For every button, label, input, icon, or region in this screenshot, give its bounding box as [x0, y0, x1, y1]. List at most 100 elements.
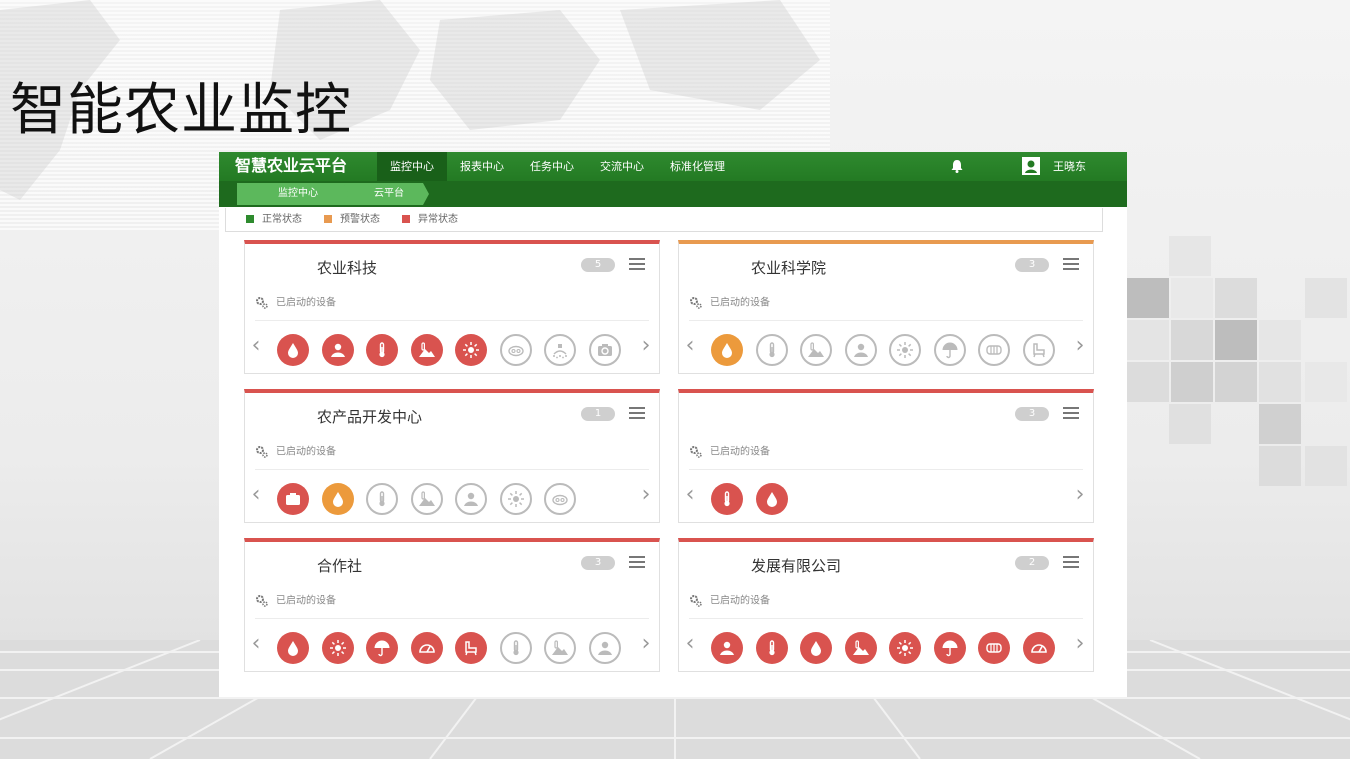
device-count-badge: 3: [1015, 258, 1049, 272]
device-sun-icon[interactable]: [321, 632, 354, 664]
device-drop-icon[interactable]: [277, 334, 309, 366]
device-chair-icon[interactable]: [455, 632, 487, 664]
gear-icon: [256, 595, 268, 607]
device-thermometer-icon[interactable]: [755, 632, 788, 664]
site-card[interactable]: 农产品开发中心 1 已启动的设备 ‹ ›: [244, 389, 660, 523]
device-count-badge: 5: [581, 258, 615, 272]
app-window: 智慧农业云平台 监控中心 报表中心 任务中心 交流中心 标准化管理 王晓东 监控…: [219, 152, 1127, 697]
legend-warning: 预警状态: [324, 214, 380, 226]
device-soil-icon[interactable]: [844, 334, 877, 366]
prev-arrow-icon[interactable]: ‹: [249, 633, 263, 658]
device-drop-icon[interactable]: [711, 334, 743, 366]
site-card[interactable]: 3 已启动的设备 ‹ ›: [678, 389, 1094, 523]
device-icon-row: [277, 483, 589, 515]
device-sun-icon[interactable]: [499, 483, 532, 515]
nav-report-center[interactable]: 报表中心: [447, 152, 517, 181]
site-card[interactable]: 合作社 3 已启动的设备 ‹ ›: [244, 538, 660, 672]
next-arrow-icon[interactable]: ›: [1073, 484, 1087, 509]
gear-icon: [690, 297, 702, 309]
menu-icon[interactable]: [1063, 257, 1079, 271]
next-arrow-icon[interactable]: ›: [639, 335, 653, 360]
device-drop-icon[interactable]: [277, 632, 309, 664]
device-drop-icon[interactable]: [755, 483, 788, 515]
nav-standard-management[interactable]: 标准化管理: [657, 152, 738, 181]
device-sun-icon[interactable]: [889, 334, 921, 366]
menu-icon[interactable]: [1063, 555, 1079, 569]
breadcrumb-monitor-center[interactable]: 监控中心: [237, 183, 359, 205]
site-card[interactable]: 农业科技 5 已启动的设备 ‹ ›: [244, 240, 660, 374]
menu-icon[interactable]: [629, 406, 645, 420]
devices-label: 已启动的设备: [255, 296, 336, 311]
device-camera-icon[interactable]: [277, 483, 309, 515]
card-title[interactable]: 农产品开发中心: [317, 407, 422, 427]
card-title[interactable]: 农业科学院: [751, 258, 826, 278]
device-hill-temp-icon[interactable]: [800, 334, 832, 366]
site-card[interactable]: 发展有限公司 2 已启动的设备 ‹ ›: [678, 538, 1094, 672]
device-soil-icon[interactable]: [588, 632, 621, 664]
nav-monitor-center[interactable]: 监控中心: [377, 152, 447, 181]
menu-icon[interactable]: [1063, 406, 1079, 420]
legend-alarm: 异常状态: [402, 214, 458, 226]
menu-icon[interactable]: [629, 555, 645, 569]
device-soil-icon[interactable]: [455, 483, 487, 515]
user-name[interactable]: 王晓东: [1053, 152, 1086, 181]
devices-label: 已启动的设备: [689, 594, 770, 609]
prev-arrow-icon[interactable]: ‹: [683, 335, 697, 360]
device-wind-icon[interactable]: [978, 632, 1010, 664]
device-gauge-icon[interactable]: [1022, 632, 1055, 664]
device-icon-row: [711, 483, 800, 515]
devices-label: 已启动的设备: [689, 445, 770, 460]
prev-arrow-icon[interactable]: ‹: [249, 484, 263, 509]
card-divider: [255, 469, 649, 470]
nav-task-center[interactable]: 任务中心: [517, 152, 587, 181]
device-thermometer-icon[interactable]: [499, 632, 532, 664]
legend-swatch-alarm: [402, 215, 410, 223]
device-soil-icon[interactable]: [711, 632, 743, 664]
device-thermometer-icon[interactable]: [366, 483, 398, 515]
device-hill-temp-icon[interactable]: [410, 334, 443, 366]
next-arrow-icon[interactable]: ›: [1073, 633, 1087, 658]
device-gauge-icon[interactable]: [410, 632, 443, 664]
device-drop-icon[interactable]: [800, 632, 832, 664]
legend-swatch-warning: [324, 215, 332, 223]
device-co2-icon[interactable]: [544, 483, 576, 515]
prev-arrow-icon[interactable]: ‹: [249, 335, 263, 360]
devices-label: 已启动的设备: [689, 296, 770, 311]
breadcrumb-cloud-platform[interactable]: 云平台: [343, 183, 429, 205]
next-arrow-icon[interactable]: ›: [639, 484, 653, 509]
device-chair-icon[interactable]: [1022, 334, 1055, 366]
card-title[interactable]: 合作社: [317, 556, 362, 576]
card-title[interactable]: 农业科技: [317, 258, 377, 278]
device-hill-temp-icon[interactable]: [544, 632, 576, 664]
device-umbrella-icon[interactable]: [933, 334, 966, 366]
device-umbrella-icon[interactable]: [366, 632, 398, 664]
prev-arrow-icon[interactable]: ‹: [683, 633, 697, 658]
device-thermometer-icon[interactable]: [755, 334, 788, 366]
device-thermometer-icon[interactable]: [366, 334, 398, 366]
bell-icon[interactable]: [949, 158, 965, 174]
device-umbrella-icon[interactable]: [933, 632, 966, 664]
gear-icon: [690, 446, 702, 458]
device-soil-icon[interactable]: [321, 334, 354, 366]
top-navbar: 智慧农业云平台 监控中心 报表中心 任务中心 交流中心 标准化管理 王晓东: [219, 152, 1127, 181]
device-hill-temp-icon[interactable]: [844, 632, 877, 664]
prev-arrow-icon[interactable]: ‹: [683, 484, 697, 509]
nav-exchange-center[interactable]: 交流中心: [587, 152, 657, 181]
device-co2-icon[interactable]: [499, 334, 532, 366]
menu-icon[interactable]: [629, 257, 645, 271]
device-sun-icon[interactable]: [889, 632, 921, 664]
next-arrow-icon[interactable]: ›: [1073, 335, 1087, 360]
device-count-badge: 1: [581, 407, 615, 421]
site-card[interactable]: 农业科学院 3 已启动的设备 ‹ ›: [678, 240, 1094, 374]
card-divider: [689, 469, 1083, 470]
device-thermometer-icon[interactable]: [711, 483, 743, 515]
device-sun-icon[interactable]: [455, 334, 487, 366]
device-wind-icon[interactable]: [978, 334, 1010, 366]
device-camera-icon[interactable]: [588, 334, 621, 366]
device-drop-icon[interactable]: [321, 483, 354, 515]
next-arrow-icon[interactable]: ›: [639, 633, 653, 658]
device-hill-temp-icon[interactable]: [410, 483, 443, 515]
user-avatar-icon[interactable]: [1022, 157, 1040, 175]
device-sprinkler-icon[interactable]: [544, 334, 576, 366]
card-title[interactable]: 发展有限公司: [751, 556, 841, 576]
